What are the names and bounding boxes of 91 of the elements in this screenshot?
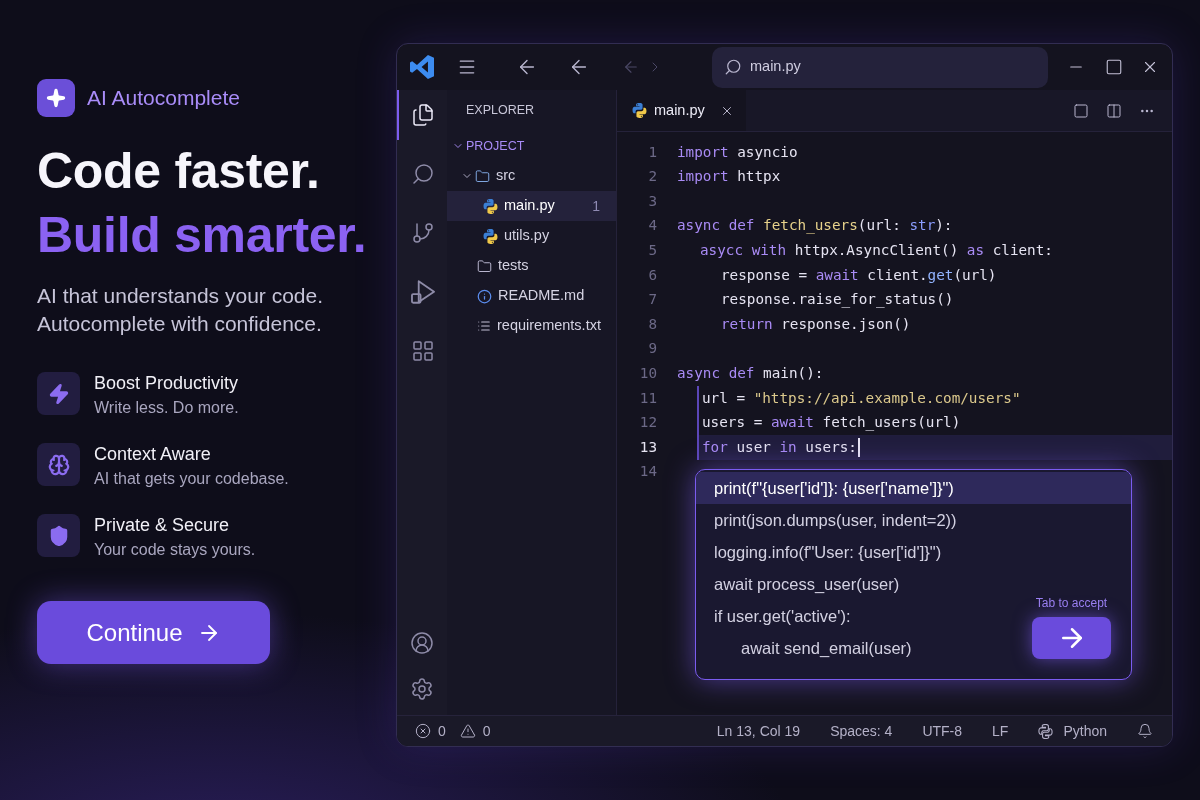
tree-item[interactable]: src (447, 161, 616, 191)
line-number: 4 (647, 216, 657, 236)
tree-item[interactable]: tests (447, 251, 616, 281)
code-line: url = "https://api.example.com/users" (702, 388, 1021, 408)
branch-icon (411, 221, 435, 245)
accept-button[interactable] (1032, 617, 1111, 659)
split-editor-icon[interactable] (1106, 102, 1122, 119)
warning-icon[interactable] (459, 723, 476, 739)
run-icon (411, 280, 435, 304)
line-number: 5 (647, 240, 657, 260)
shield-icon (37, 514, 80, 557)
sparkle-logo-icon (37, 79, 75, 117)
continue-button[interactable]: Continue (37, 601, 270, 664)
headline: Build smarter. (37, 206, 367, 265)
language-status[interactable]: Python (1038, 720, 1107, 742)
file-type-icon (1038, 723, 1054, 739)
file-type-icon (483, 228, 498, 244)
feature-title: Boost Productivity (94, 372, 239, 394)
lightning-icon (37, 372, 80, 415)
suggestion-item[interactable]: print(f"{user['id']}: {user['name']}") (696, 472, 1131, 504)
warning-count[interactable]: 0 (482, 720, 491, 742)
folder-icon (477, 258, 492, 274)
line-number: 13 (638, 437, 657, 457)
line-number: 2 (647, 167, 657, 187)
line-number: 14 (638, 462, 657, 482)
accept-hint: Tab to accept (1035, 596, 1108, 610)
tree-item[interactable]: utils.py (447, 221, 616, 251)
line-number: 9 (647, 339, 657, 359)
code-line: users = await fetch_users(url) (702, 413, 961, 433)
panel-title: EXPLORER (466, 102, 535, 120)
code-line: import asyncio (677, 142, 798, 162)
error-icon[interactable] (415, 723, 431, 739)
suggestion-item[interactable]: print(json.dumps(user, indent=2)) (696, 504, 967, 536)
suggestion-item[interactable]: if user.get('active'): (696, 600, 861, 632)
feature-title: Context Aware (94, 443, 211, 465)
code-line: response = await client.get(url) (721, 265, 997, 285)
file-type-icon (483, 198, 498, 214)
info-icon (477, 288, 492, 304)
search-icon (724, 58, 742, 76)
maximize-icon[interactable] (1105, 58, 1123, 76)
line-number: 6 (647, 265, 657, 285)
line-number: 10 (638, 363, 657, 383)
extensions-icon (411, 339, 435, 363)
code-line: async def fetch_users(url: str): (677, 216, 953, 236)
search-field[interactable]: main.py (712, 46, 1048, 88)
code-line: async def main(): (677, 363, 824, 383)
notifications-bell-icon[interactable] (1137, 723, 1153, 739)
code-line: for user in users: (702, 437, 857, 457)
line-number: 8 (647, 314, 657, 334)
code-line: response.raise_for_status() (721, 290, 954, 310)
tree-section-header[interactable]: PROJECT (447, 131, 616, 161)
tree-item[interactable]: requirements.txt (447, 311, 616, 341)
suggestion-item[interactable]: await send_email(user) (696, 632, 922, 664)
brain-icon (37, 443, 80, 486)
file-type-icon (632, 103, 647, 118)
line-number: 12 (638, 413, 657, 433)
cursor-position[interactable]: Ln 13, Col 19 (716, 720, 801, 742)
problem-count: 1 (592, 196, 600, 216)
line-number: 3 (647, 191, 657, 211)
text-cursor (857, 437, 860, 457)
suggestion-item[interactable]: await process_user(user) (696, 568, 910, 600)
line-number: 11 (638, 388, 657, 408)
feature-title: Private & Secure (94, 514, 230, 536)
settings-icon[interactable] (410, 677, 434, 701)
subtitle: AI that understands your code. (37, 283, 323, 309)
list-icon (477, 319, 491, 333)
line-number: 7 (647, 290, 657, 310)
feature-description: Write less. Do more. (94, 398, 239, 418)
subtitle: Autocomplete with confidence. (37, 311, 322, 337)
code-line: import httpx (677, 167, 781, 187)
tree-item[interactable]: README.md (447, 281, 616, 311)
code-line: return response.json() (721, 314, 911, 334)
code-line: asycc with httpx.AsyncClient() as client: (700, 240, 1053, 260)
account-icon[interactable] (410, 631, 434, 655)
search-icon (411, 162, 435, 186)
line-ending-status[interactable]: LF (992, 720, 1009, 742)
feature-description: Your code stays yours. (94, 540, 256, 560)
feature-description: AI that gets your codebase. (94, 469, 289, 489)
headline: Code faster. (37, 142, 320, 201)
editor-tab[interactable]: main.py (617, 90, 746, 131)
line-number: 1 (647, 142, 657, 162)
indentation-status[interactable]: Spaces: 4 (830, 720, 893, 742)
suggestion-item[interactable]: logging.info(f"User: {user['id']}") (696, 536, 952, 568)
app-logo-icon (410, 55, 434, 79)
files-icon (411, 103, 435, 127)
error-count[interactable]: 0 (438, 720, 446, 742)
brand-name: AI Autocomplete (87, 85, 240, 112)
panel-icon[interactable] (1073, 102, 1089, 119)
folder-icon (475, 168, 490, 184)
encoding-status[interactable]: UTF-8 (922, 720, 963, 742)
tree-item[interactable]: main.py 1 (447, 191, 616, 221)
